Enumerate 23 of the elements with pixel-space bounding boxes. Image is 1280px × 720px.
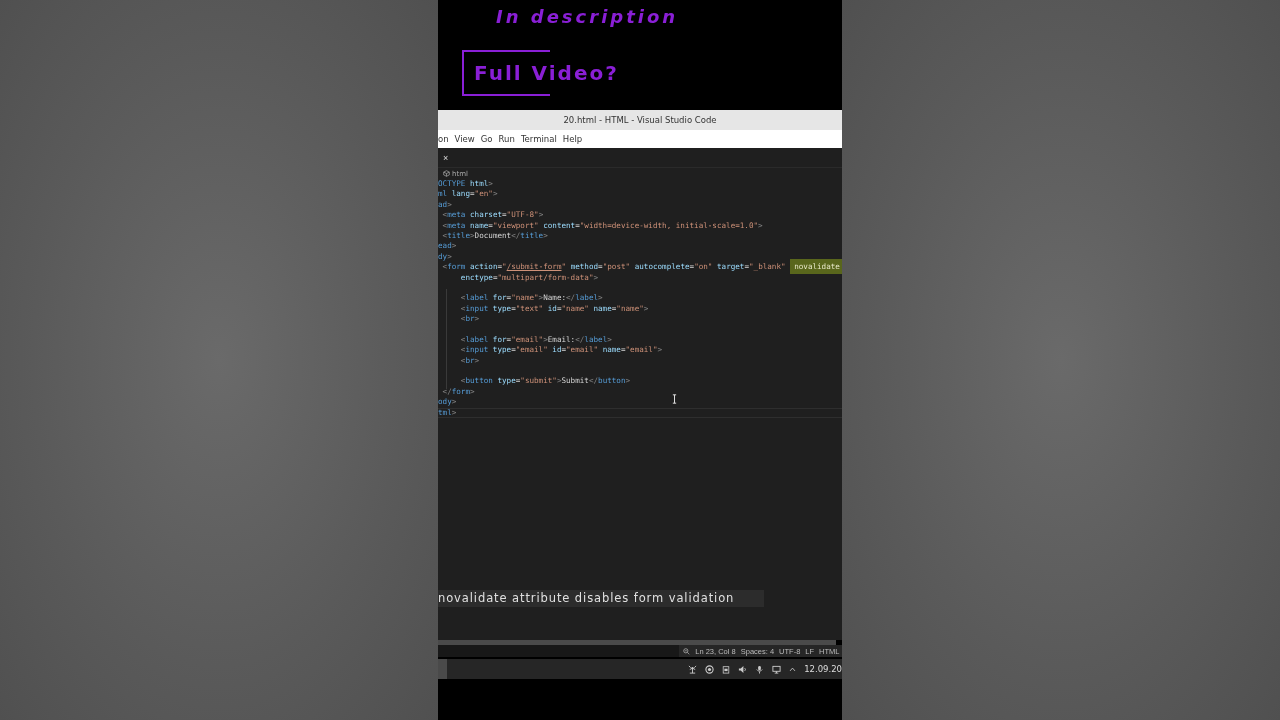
menu-item[interactable]: Go [477,134,496,144]
clipboard-icon[interactable] [722,664,731,674]
antenna-icon[interactable] [688,664,698,674]
circle-icon[interactable] [705,664,715,674]
window-title: 20.html - HTML - Visual Studio Code [563,115,717,125]
caret-icon[interactable] [789,665,797,673]
subtitle-caption: novalidate attribute disables form validation [438,590,765,607]
menu-item[interactable]: View [451,134,478,144]
banner-text: Full Video? [474,61,619,85]
text-cursor-icon [672,394,677,404]
close-button[interactable]: × [440,152,452,163]
menu-item[interactable]: on [438,134,452,144]
monitor-icon[interactable] [772,664,782,674]
horizontal-scrollbar[interactable] [438,640,836,645]
zoom-out-icon[interactable] [682,647,690,655]
box-icon [443,170,450,177]
menu-item[interactable]: Help [559,134,586,144]
menu-item[interactable]: Run [495,134,518,144]
microphone-icon[interactable] [755,664,765,674]
clock[interactable]: 12.09.20 [804,664,842,674]
menu-item[interactable]: Terminal [517,134,560,144]
speaker-icon[interactable] [738,664,748,674]
banner-text: In description [496,6,679,29]
